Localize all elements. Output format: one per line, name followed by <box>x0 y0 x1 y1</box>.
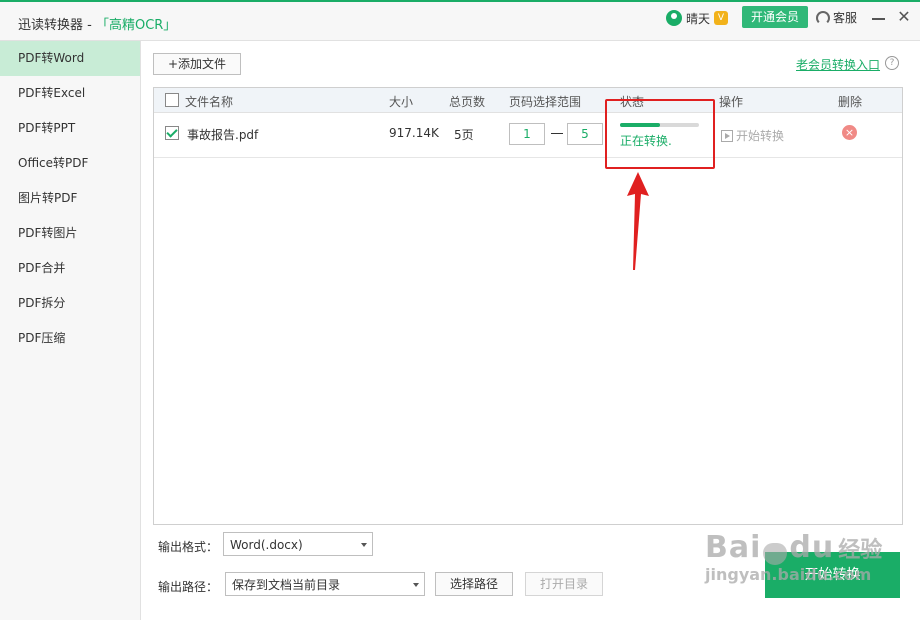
page-to-input[interactable]: 5 <box>567 123 603 145</box>
annotation-arrow-icon <box>627 172 649 270</box>
sidebar-item-pdf-to-image[interactable]: PDF转图片 <box>0 216 140 251</box>
output-path-label: 输出路径： <box>158 580 219 594</box>
sidebar-item-pdf-compress[interactable]: PDF压缩 <box>0 321 140 356</box>
output-path-select[interactable]: 保存到文档当前目录 <box>225 572 425 596</box>
sidebar-item-pdf-split[interactable]: PDF拆分 <box>0 286 140 321</box>
sidebar-item-image-to-pdf[interactable]: 图片转PDF <box>0 181 140 216</box>
watermark-cn: 经验 <box>838 538 883 563</box>
old-member-link[interactable]: 老会员转换入口 <box>796 56 880 73</box>
header-total-pages: 总页数 <box>449 95 486 109</box>
start-convert-row-button[interactable]: 开始转换 <box>721 127 784 144</box>
file-size: 917.14K <box>389 126 439 140</box>
title-bar: 迅读转换器 - 「高精OCR」 晴天 V 开通会员 客服 ✕ <box>0 2 920 41</box>
sidebar-item-office-to-pdf[interactable]: Office转PDF <box>0 146 140 181</box>
vip-badge-icon: V <box>714 11 729 25</box>
header-size: 大小 <box>389 95 414 109</box>
sidebar-item-pdf-to-ppt[interactable]: PDF转PPT <box>0 111 140 146</box>
header-action: 操作 <box>719 95 744 109</box>
annotation-highlight-box <box>605 99 715 169</box>
range-dash <box>551 133 563 134</box>
sidebar-item-pdf-merge[interactable]: PDF合并 <box>0 251 140 286</box>
header-delete: 删除 <box>838 95 863 109</box>
chevron-down-icon <box>361 543 367 547</box>
sidebar-item-pdf-to-word[interactable]: PDF转Word <box>0 41 140 76</box>
user-account[interactable]: 晴天 V <box>666 7 729 29</box>
username: 晴天 <box>686 11 711 26</box>
choose-path-button[interactable]: 选择路径 <box>435 572 513 596</box>
header-file-name: 文件名称 <box>185 95 234 109</box>
output-path-value: 保存到文档当前目录 <box>232 578 341 592</box>
customer-service-button[interactable]: 客服 <box>816 9 857 26</box>
output-format-value: Word(.docx) <box>230 538 303 552</box>
table-row: 事故报告.pdf 917.14K 5页 1 5 正在转换. 开始转换 × <box>154 113 902 158</box>
file-list-header: 文件名称 大小 总页数 页码选择范围 状态 操作 删除 <box>154 88 902 113</box>
watermark-main-2: du <box>789 530 835 565</box>
delete-icon[interactable]: × <box>842 125 857 140</box>
baidu-watermark: Bai du 经验 jingyan.baidu.com <box>705 530 882 584</box>
avatar-icon <box>666 10 682 26</box>
row-checkbox[interactable] <box>165 126 179 140</box>
page-from-input[interactable]: 1 <box>509 123 545 145</box>
file-name: 事故报告.pdf <box>187 128 259 142</box>
sidebar-item-pdf-to-excel[interactable]: PDF转Excel <box>0 76 140 111</box>
customer-service-label: 客服 <box>833 11 858 25</box>
app-title: 迅读转换器 - 「高精OCR」 <box>18 14 176 33</box>
file-pages: 5页 <box>454 128 474 142</box>
minimize-button[interactable] <box>872 10 886 26</box>
close-button[interactable]: ✕ <box>896 8 912 26</box>
chevron-down-icon <box>413 583 419 587</box>
output-format-select[interactable]: Word(.docx) <box>223 532 373 556</box>
app-title-text: 迅读转换器 - <box>18 18 96 33</box>
watermark-main: Bai <box>705 530 762 565</box>
select-all-checkbox[interactable] <box>165 93 179 107</box>
open-directory-button[interactable]: 打开目录 <box>525 572 603 596</box>
file-list: 文件名称 大小 总页数 页码选择范围 状态 操作 删除 事故报告.pdf 917… <box>153 87 903 525</box>
add-file-button[interactable]: +添加文件 <box>153 53 241 75</box>
play-icon <box>721 129 733 142</box>
header-page-range: 页码选择范围 <box>509 95 582 109</box>
output-format-label: 输出格式： <box>158 540 219 554</box>
headset-icon <box>816 10 830 25</box>
open-vip-button[interactable]: 开通会员 <box>742 6 808 28</box>
paw-icon <box>763 542 788 565</box>
sidebar: PDF转Word PDF转Excel PDF转PPT Office转PDF 图片… <box>0 41 141 620</box>
app-subtitle: 「高精OCR」 <box>95 18 177 33</box>
start-convert-row-label: 开始转换 <box>736 129 785 143</box>
help-icon[interactable]: ? <box>885 56 899 70</box>
watermark-url: jingyan.baidu.com <box>705 565 872 584</box>
